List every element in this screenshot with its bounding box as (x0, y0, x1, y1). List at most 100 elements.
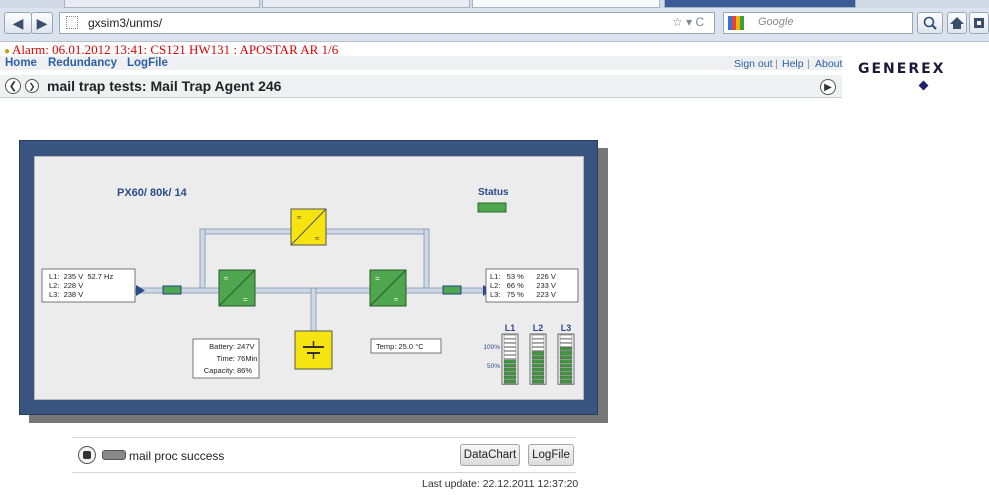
bookmark-star-reload-icons[interactable]: ☆ ▾ C (672, 15, 704, 29)
output-breaker[interactable] (442, 285, 462, 295)
help-link[interactable]: Help (782, 58, 804, 70)
input-l3: L3: 238 V (49, 290, 83, 299)
extension-icon (974, 18, 984, 28)
link-separator: | (775, 58, 778, 70)
link-separator: | (807, 58, 810, 70)
battery-block[interactable] (294, 330, 333, 370)
extension-button[interactable] (969, 12, 989, 34)
load-bar-segment (503, 367, 517, 372)
last-update-text: Last update: 22.12.2011 12:37:20 (422, 478, 579, 490)
input-values-box: L1: 235 V 52.7 Hz L2: 228 V L3: 238 V (41, 268, 136, 303)
load-bar-segment (531, 375, 545, 380)
battery-line (310, 287, 317, 333)
load-bar-segment (559, 338, 573, 343)
load-bar-segment (559, 351, 573, 355)
back-button[interactable]: ◀ (4, 12, 32, 34)
battery-time: 76Min (237, 354, 257, 363)
svg-text:=: = (243, 295, 248, 304)
output-l3: L3: 75 % 223 V (490, 290, 556, 299)
input-arrow-icon (136, 285, 145, 296)
bypass-converter[interactable]: ≈ ≈ (290, 208, 327, 246)
device-name: PX60/ 80k/ 14 (117, 187, 188, 199)
main-power-line (135, 287, 483, 294)
battery-time-label: Time: (217, 354, 235, 363)
load-bar-segment (559, 342, 573, 347)
menu-home[interactable]: Home (5, 57, 37, 69)
svg-text:≈: ≈ (224, 274, 229, 283)
load-label-l1: L1 (505, 323, 516, 333)
battery-voltage-label: Battery: (209, 342, 235, 351)
input-l1: L1: 235 V 52.7 Hz (49, 272, 113, 281)
input-l2: L2: 228 V (49, 281, 83, 290)
address-bar[interactable]: gxsim3/unms/ (59, 12, 715, 34)
load-bar-segment (559, 371, 573, 376)
load-scale-50: 50% (487, 363, 500, 370)
battery-voltage: 247V (237, 342, 255, 351)
bypass-line (199, 228, 206, 290)
browser-tab[interactable] (64, 0, 260, 8)
menu-logfile[interactable]: LogFile (127, 57, 168, 69)
search-field[interactable]: Google (723, 12, 913, 34)
svg-text:=: = (375, 274, 380, 283)
sign-out-link[interactable]: Sign out (734, 58, 773, 70)
search-engine-icon[interactable] (728, 16, 744, 30)
search-button[interactable] (917, 12, 943, 34)
load-bar-segment (503, 359, 517, 364)
browser-tab[interactable] (262, 0, 470, 8)
alarm-text: Alarm: 06.01.2012 13:41: CS121 HW131 : A… (12, 42, 339, 57)
load-bar-segment (531, 338, 545, 343)
input-breaker[interactable] (162, 285, 182, 295)
back-circle-icon[interactable]: ❮ (5, 78, 21, 94)
load-bar-segment (559, 375, 573, 380)
svg-text:≈: ≈ (315, 234, 320, 243)
output-l1: L1: 53 % 226 V (490, 272, 556, 281)
load-bar-segment (503, 379, 517, 384)
inverter[interactable]: = ≈ (369, 269, 407, 307)
load-bar-segment (531, 371, 545, 376)
load-bar-segment (559, 355, 573, 359)
process-status-text: mail proc success (129, 449, 225, 463)
browser-tab-active[interactable] (472, 0, 660, 8)
forward-circle-icon[interactable]: ❯ (25, 79, 39, 93)
temperature-box: Temp: 25.0 °C (370, 338, 442, 354)
about-link[interactable]: About (815, 58, 842, 70)
back-arrow-icon: ◀ (12, 14, 24, 31)
rectifier[interactable]: ≈ = (218, 269, 256, 307)
site-identity-icon[interactable] (66, 16, 78, 29)
logfile-button[interactable]: LogFile (528, 444, 574, 466)
browser-tab[interactable] (664, 0, 856, 8)
status-label: Status (478, 187, 509, 198)
menu-redundancy[interactable]: Redundancy (48, 57, 117, 69)
bypass-line (423, 228, 430, 290)
load-bar-segment (531, 347, 545, 351)
output-values-box: L1: 53 % 226 V L2: 66 % 233 V L3: 75 % 2… (485, 268, 579, 303)
ups-diagram-area: PX60/ 80k/ 14 Status ≈ ≈ ≈ = = ≈ L1: 235… (34, 156, 584, 400)
load-bar-segment (503, 375, 517, 380)
forward-button[interactable]: ▶ (31, 12, 53, 34)
status-indicator[interactable] (477, 202, 507, 213)
output-l2: L2: 66 % 233 V (490, 281, 556, 290)
battery-info-box: Battery: 247V Time: 76Min Capacity: 86% (192, 338, 260, 379)
svg-text:≈: ≈ (297, 213, 302, 222)
temperature-text: Temp: 25.0 °C (376, 342, 424, 351)
load-bar-segment (531, 363, 545, 368)
load-label-l2: L2 (533, 323, 544, 333)
home-button[interactable] (947, 12, 967, 34)
load-bar-segment (559, 379, 573, 384)
load-bar-segment (503, 363, 517, 368)
load-bar-segment (503, 355, 517, 359)
play-circle-icon[interactable]: ▶ (820, 79, 836, 95)
stop-button[interactable] (78, 446, 96, 464)
load-bar-segment (503, 334, 517, 339)
load-bar-segment (503, 351, 517, 355)
load-bar-segment (531, 334, 545, 339)
load-bar-segment (559, 347, 573, 351)
load-bar-group (501, 333, 575, 385)
stop-icon (83, 451, 91, 459)
svg-text:≈: ≈ (394, 295, 399, 304)
load-label-l3: L3 (561, 323, 572, 333)
datachart-button[interactable]: DataChart (460, 444, 520, 466)
page-title: mail trap tests: Mail Trap Agent 246 (47, 78, 282, 94)
load-bar-segment (531, 359, 545, 364)
load-bar-segment (531, 351, 545, 355)
